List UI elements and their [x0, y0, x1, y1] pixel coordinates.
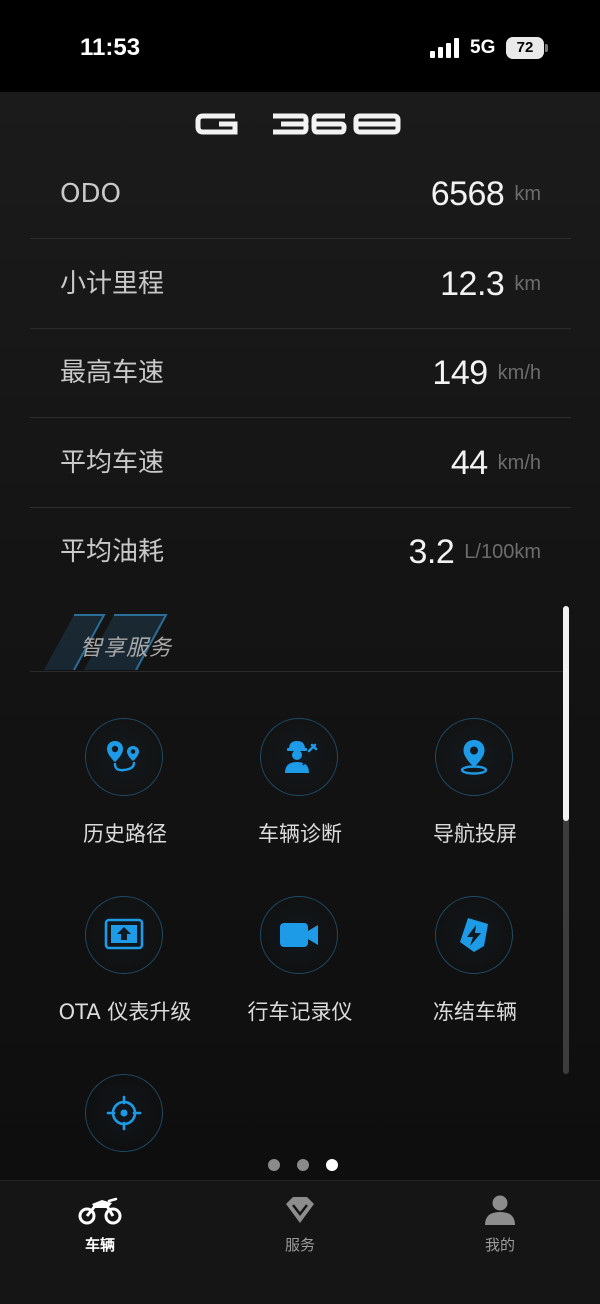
service-label: 导航投屏: [433, 822, 517, 846]
stat-row-avg-fuel: 平均油耗 3.2 L/100km: [30, 507, 571, 597]
route-icon: [107, 741, 139, 772]
page-dot-active[interactable]: [326, 1159, 338, 1171]
service-history-route[interactable]: 历史路径: [37, 718, 213, 878]
stat-unit: L/100km: [464, 540, 541, 563]
diamond-icon: [278, 1193, 322, 1227]
page-indicator: [268, 1159, 338, 1171]
network-type: 5G: [470, 37, 496, 58]
services-title: 智享服务: [80, 636, 173, 661]
tab-label: 车辆: [84, 1236, 115, 1254]
battery-tip: [545, 44, 548, 52]
stat-value: 44: [450, 443, 488, 482]
mechanic-icon: [285, 741, 318, 773]
stat-row-trip: 小计里程 12.3 km: [30, 239, 571, 329]
stat-label: 平均油耗: [60, 537, 165, 567]
stat-value: 12.3: [440, 264, 505, 303]
tab-label: 服务: [284, 1236, 315, 1254]
stat-row-avg-speed: 平均车速 44 km/h: [30, 418, 571, 508]
stat-value: 149: [432, 353, 488, 392]
vehicle-content[interactable]: ODO 6568 km 小计里程 12.3 km 最高车速 149 km/h 平…: [0, 92, 600, 1180]
motorcycle-icon: [78, 1193, 122, 1227]
status-bar: 11:53 5G 72: [0, 0, 600, 92]
brand-logo: [195, 113, 401, 135]
service-label: 车辆诊断: [258, 822, 342, 846]
services-section-header: 智享服务: [30, 612, 565, 672]
page-dot[interactable]: [297, 1159, 309, 1171]
tab-mine[interactable]: 我的: [440, 1193, 560, 1263]
stat-unit: km/h: [497, 451, 541, 474]
service-label: 冻结车辆: [433, 1000, 517, 1024]
status-time: 11:53: [80, 34, 141, 61]
tab-vehicle[interactable]: 车辆: [40, 1193, 160, 1263]
service-freeze-vehicle[interactable]: 冻结车辆: [387, 896, 563, 1056]
bottom-tab-bar: 车辆 服务 我的: [0, 1180, 600, 1304]
service-locate-vehicle[interactable]: [37, 1074, 213, 1180]
service-label: 行车记录仪: [247, 1000, 353, 1024]
service-dashcam[interactable]: 行车记录仪: [212, 896, 388, 1056]
service-ota-update[interactable]: OTA 仪表升级: [37, 896, 213, 1056]
stat-unit: km/h: [497, 361, 541, 384]
tab-label: 我的: [484, 1236, 515, 1254]
stat-label: 平均车速: [60, 448, 165, 478]
service-label: OTA 仪表升级: [58, 1000, 192, 1024]
service-label: 历史路径: [83, 822, 167, 846]
page-dot[interactable]: [268, 1159, 280, 1171]
stat-unit: km: [514, 182, 541, 205]
stat-value: 3.2: [408, 532, 455, 571]
upload-screen-icon: [104, 918, 144, 950]
stat-label: ODO: [60, 179, 121, 209]
tab-service[interactable]: 服务: [240, 1193, 360, 1263]
user-icon: [478, 1193, 522, 1227]
cellular-signal-icon: [430, 38, 459, 58]
stat-value: 6568: [430, 174, 505, 213]
video-camera-icon: [280, 923, 318, 947]
lightning-shield-icon: [460, 918, 488, 952]
battery-icon: 72: [506, 37, 544, 59]
stat-row-odo: ODO 6568 km: [30, 149, 571, 239]
locate-target-icon: [106, 1095, 142, 1131]
stat-unit: km: [514, 272, 541, 295]
stat-row-max-speed: 最高车速 149 km/h: [30, 328, 571, 418]
scrollbar-thumb[interactable]: [563, 606, 569, 821]
location-pin-icon: [460, 740, 488, 775]
service-vehicle-diagnosis[interactable]: 车辆诊断: [212, 718, 388, 878]
service-navigation-cast[interactable]: 导航投屏: [387, 718, 563, 878]
stat-label: 最高车速: [60, 358, 165, 388]
stat-label: 小计里程: [60, 269, 165, 299]
